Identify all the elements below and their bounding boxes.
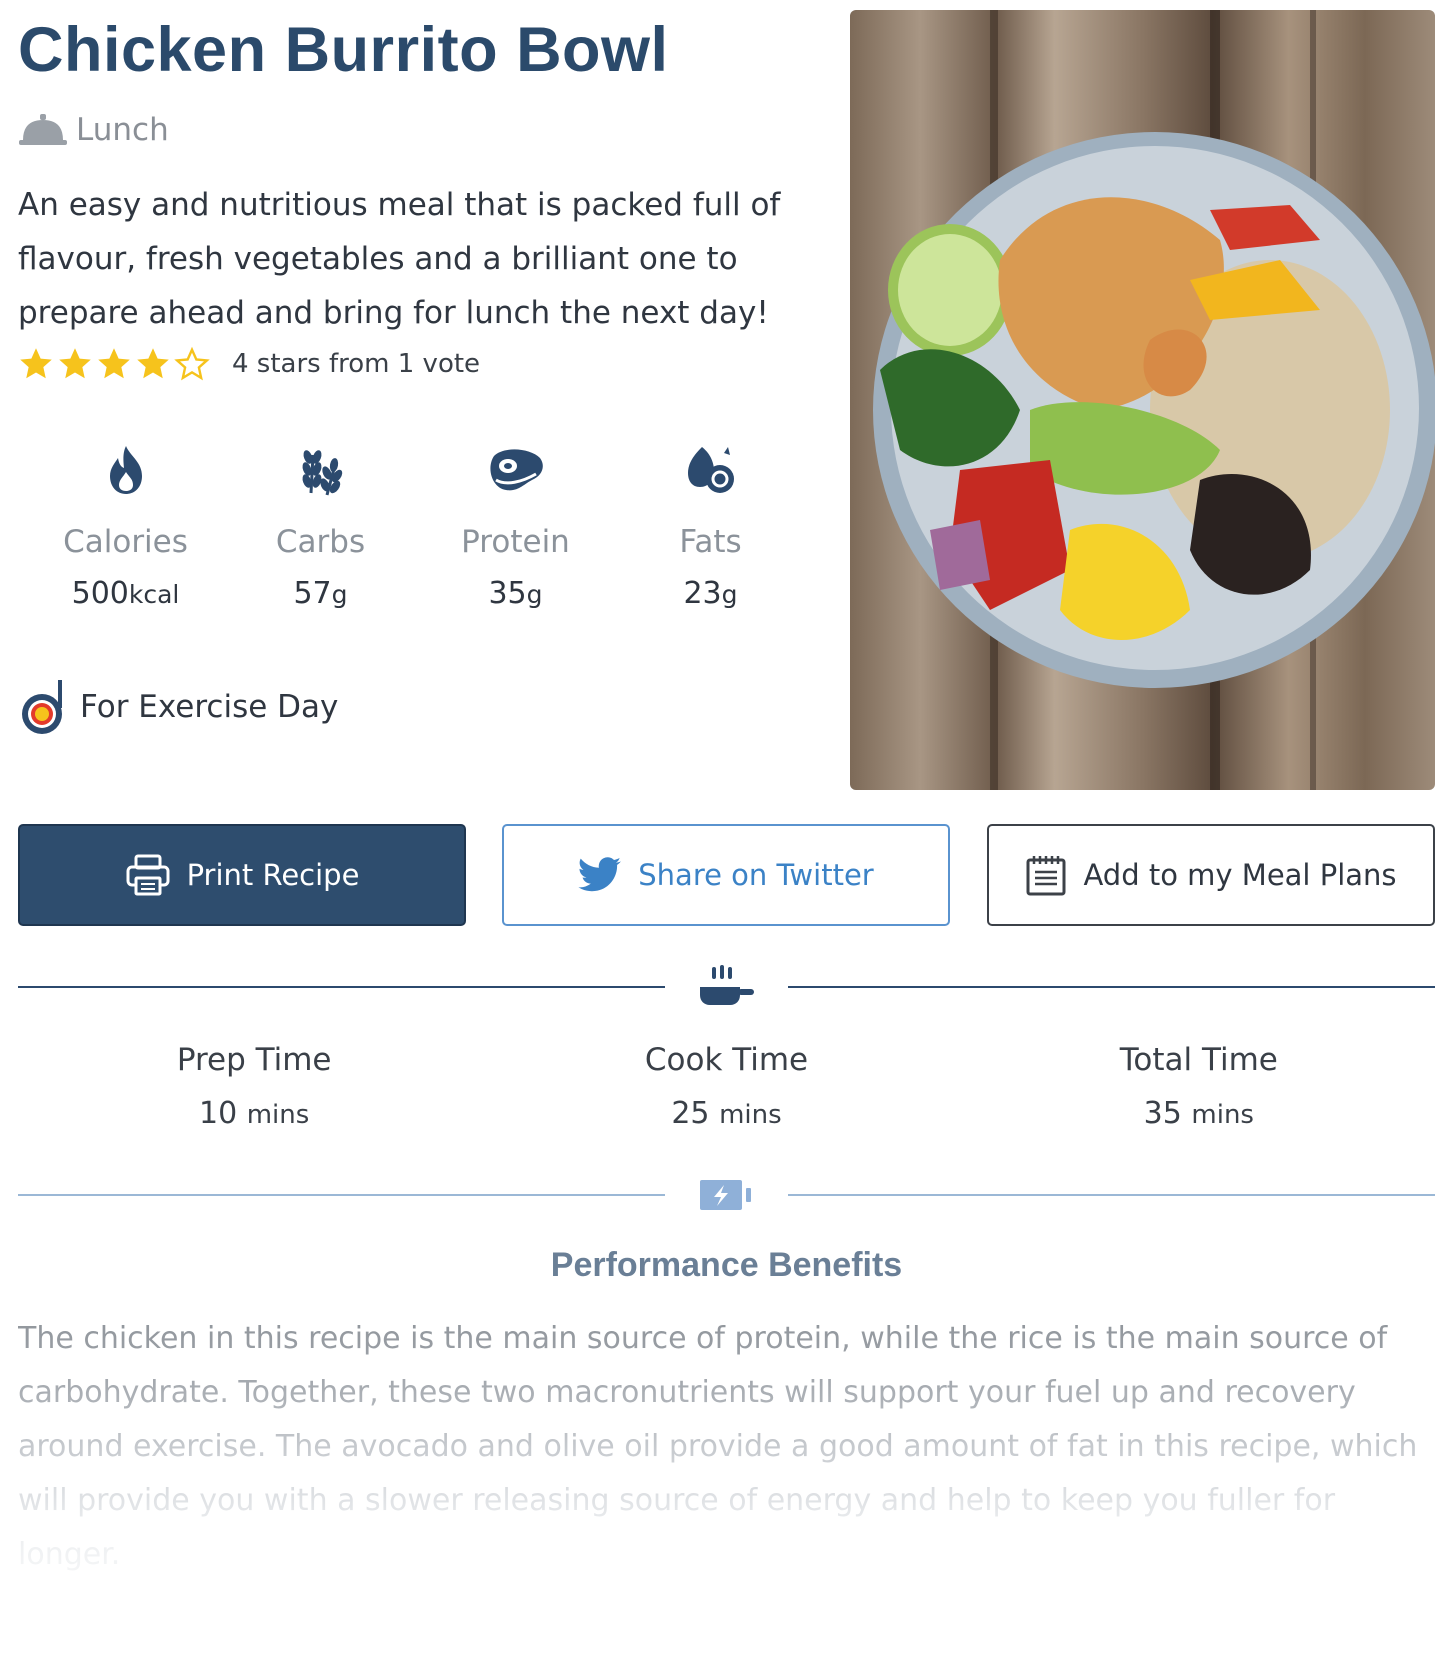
star-empty-icon[interactable] [174,346,210,382]
macro-carbs: Carbs 57g [223,440,418,611]
oil-drops-icon [687,447,734,493]
macro-value: 35g [488,576,543,611]
add-meal-plan-label: Add to my Meal Plans [1083,858,1397,892]
macro-fats: Fats 23g [613,440,808,611]
macro-calories: Calories 500kcal [28,440,223,611]
macro-label: Protein [461,524,570,560]
print-recipe-button[interactable]: Print Recipe [18,824,466,926]
star-filled-icon[interactable] [57,346,93,382]
rating: 4 stars from 1 vote [18,346,480,382]
recipe-photo [850,10,1435,790]
time-value: 25 mins [671,1096,782,1131]
macro-label: Carbs [275,524,366,560]
share-twitter-button[interactable]: Share on Twitter [502,824,950,926]
exercise-day-icon [22,680,62,734]
star-filled-icon[interactable] [135,346,171,382]
recipe-page: Chicken Burrito Bowl Lunch An easy and n… [0,0,1445,1658]
printer-icon [126,854,170,896]
calendar-icon [1026,856,1066,896]
rating-text: 4 stars from 1 vote [232,349,481,379]
share-twitter-label: Share on Twitter [638,858,874,892]
meal-type-label: Lunch [76,112,169,148]
macro-value: 500kcal [71,576,180,611]
macro-label: Fats [679,524,742,560]
time-value: 10 mins [199,1096,310,1131]
performance-text: The chicken in this recipe is the main s… [18,1312,1438,1582]
macro-label: Calories [63,524,188,560]
rating-stars[interactable] [18,346,210,382]
flame-icon [109,446,142,494]
macros-panel: Calories 500kcal Carbs 57g Protein 35g F… [28,440,808,611]
exercise-day: For Exercise Day [20,678,338,736]
cloche-icon [19,114,67,145]
macro-value: 23g [683,576,738,611]
total-time: Total Time 35 mins [963,1042,1435,1131]
cooking-times: Prep Time 10 mins Cook Time 25 mins Tota… [18,1042,1435,1131]
macro-value: 57g [293,576,348,611]
meal-type: Lunch [18,112,169,148]
frying-pan-icon [700,965,754,1005]
wheat-icon [302,450,342,496]
cooking-divider [18,962,1435,1012]
performance-title: Performance Benefits [550,1246,903,1284]
time-value: 35 mins [1143,1096,1254,1131]
battery-charge-icon [700,1180,751,1210]
time-label: Cook Time [644,1042,809,1078]
time-label: Prep Time [176,1042,332,1078]
recipe-title: Chicken Burrito Bowl [18,15,669,85]
recipe-description: An easy and nutritious meal that is pack… [18,187,781,331]
macro-protein: Protein 35g [418,440,613,611]
print-recipe-label: Print Recipe [186,858,360,892]
cook-time: Cook Time 25 mins [490,1042,962,1131]
performance-divider [18,1170,1435,1220]
star-filled-icon[interactable] [18,346,54,382]
time-label: Total Time [1119,1042,1278,1078]
exercise-day-label: For Exercise Day [80,689,339,725]
twitter-bird-icon [578,857,622,892]
prep-time: Prep Time 10 mins [18,1042,490,1131]
add-meal-plan-button[interactable]: Add to my Meal Plans [987,824,1435,926]
star-filled-icon[interactable] [96,346,132,382]
steak-icon [489,449,543,491]
